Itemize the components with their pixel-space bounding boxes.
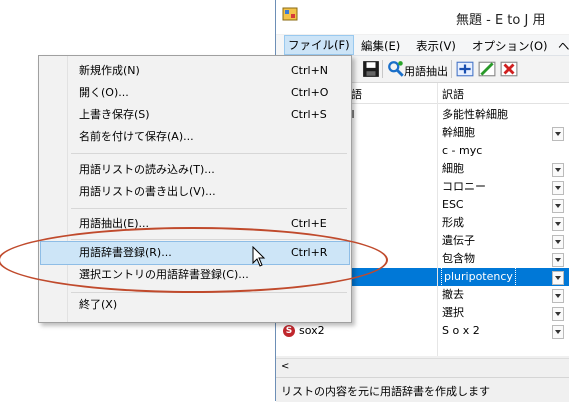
menu-item-shortcut: Ctrl+N bbox=[291, 64, 329, 77]
translation-cell: 選択 bbox=[442, 306, 464, 319]
menu-item-import-list[interactable]: 用語リストの読み込み(T)... bbox=[39, 159, 351, 181]
menu-item-label: 用語リストの読み込み(T)... bbox=[79, 163, 215, 176]
translation-cell: 多能性幹細胞 bbox=[442, 108, 508, 121]
translation-dropdown-icon[interactable] bbox=[552, 217, 564, 231]
save-icon[interactable] bbox=[362, 60, 380, 78]
translation-cell: S o x 2 bbox=[442, 324, 480, 337]
menu-item-save[interactable]: 上書き保存(S) Ctrl+S bbox=[39, 104, 351, 126]
translation-cell: 形成 bbox=[442, 216, 464, 229]
menu-item-label: 新規作成(N) bbox=[79, 64, 140, 77]
translation-cell: コロニー bbox=[442, 180, 486, 193]
menu-item-new[interactable]: 新規作成(N) Ctrl+N bbox=[39, 60, 351, 82]
delete-entry-icon[interactable] bbox=[500, 60, 518, 78]
scroll-left-icon[interactable]: < bbox=[281, 361, 289, 372]
table-row[interactable]: Ssox2 S o x 2 bbox=[276, 322, 569, 340]
menu-item-shortcut: Ctrl+S bbox=[291, 108, 327, 121]
translation-dropdown-icon[interactable] bbox=[552, 163, 564, 177]
status-text: リストの内容を元に用語辞書を作成します bbox=[281, 385, 490, 398]
menu-options[interactable]: オプション(O) bbox=[472, 38, 548, 54]
translation-cell: 幹細胞 bbox=[442, 126, 475, 139]
edit-entry-icon[interactable] bbox=[478, 60, 496, 78]
translation-cell: ESC bbox=[442, 198, 464, 211]
translation-cell: 細胞 bbox=[442, 162, 464, 175]
title-bar: 無題 - E to J 用 bbox=[276, 0, 569, 34]
add-entry-icon[interactable] bbox=[456, 60, 474, 78]
translation-cell: 包含物 bbox=[442, 252, 475, 265]
menu-separator bbox=[71, 153, 347, 154]
menu-item-exit[interactable]: 終了(X) bbox=[39, 294, 351, 316]
menu-item-label: 上書き保存(S) bbox=[79, 108, 150, 121]
menu-edit[interactable]: 編集(E) bbox=[361, 38, 400, 54]
menu-item-open[interactable]: 開く(O)... Ctrl+O bbox=[39, 82, 351, 104]
translation-dropdown-icon[interactable] bbox=[552, 289, 564, 303]
menu-item-label: 終了(X) bbox=[79, 298, 118, 311]
extract-search-icon[interactable] bbox=[387, 60, 405, 78]
menu-item-label: 開く(O)... bbox=[79, 86, 129, 99]
window-title: 無題 - E to J 用 bbox=[456, 13, 546, 28]
column-translation[interactable]: 訳語 bbox=[442, 86, 464, 102]
translation-dropdown-icon[interactable] bbox=[552, 235, 564, 249]
translation-cell: c - myc bbox=[442, 144, 483, 157]
toolbar-divider bbox=[451, 60, 452, 78]
mouse-cursor-icon bbox=[252, 246, 266, 267]
translation-dropdown-icon[interactable] bbox=[552, 181, 564, 195]
entry-status-icon: S bbox=[283, 325, 295, 337]
translation-dropdown-icon[interactable] bbox=[552, 253, 564, 267]
column-divider bbox=[437, 83, 438, 356]
menu-help[interactable]: ヘ bbox=[558, 38, 569, 54]
translation-cell: 遺伝子 bbox=[442, 234, 475, 247]
highlight-oval bbox=[0, 227, 388, 293]
translation-dropdown-icon[interactable] bbox=[552, 199, 564, 213]
menu-view[interactable]: 表示(V) bbox=[416, 38, 456, 54]
menu-file[interactable]: ファイル(F) bbox=[284, 35, 354, 55]
translation-dropdown-icon[interactable] bbox=[552, 325, 564, 339]
horizontal-scrollbar[interactable]: < bbox=[276, 358, 569, 376]
menu-item-label: 用語リストの書き出し(V)... bbox=[79, 185, 216, 198]
menu-item-shortcut: Ctrl+O bbox=[291, 86, 329, 99]
menu-separator bbox=[71, 208, 347, 209]
translation-cell: 撤去 bbox=[442, 288, 464, 301]
translation-dropdown-icon[interactable] bbox=[552, 307, 564, 321]
menu-item-export-list[interactable]: 用語リストの書き出し(V)... bbox=[39, 181, 351, 203]
extract-button-label[interactable]: 用語抽出 bbox=[404, 63, 448, 79]
menu-item-save-as[interactable]: 名前を付けて保存(A)... bbox=[39, 126, 351, 148]
toolbar-divider bbox=[382, 60, 383, 78]
translation-dropdown-icon[interactable] bbox=[552, 127, 564, 141]
app-icon bbox=[282, 7, 298, 21]
menu-item-label: 名前を付けて保存(A)... bbox=[79, 130, 194, 143]
translation-cell: pluripotency bbox=[441, 267, 516, 287]
translation-dropdown-icon[interactable] bbox=[552, 271, 564, 285]
column-term[interactable]: 語 bbox=[351, 86, 362, 102]
term-cell: sox2 bbox=[299, 324, 325, 337]
